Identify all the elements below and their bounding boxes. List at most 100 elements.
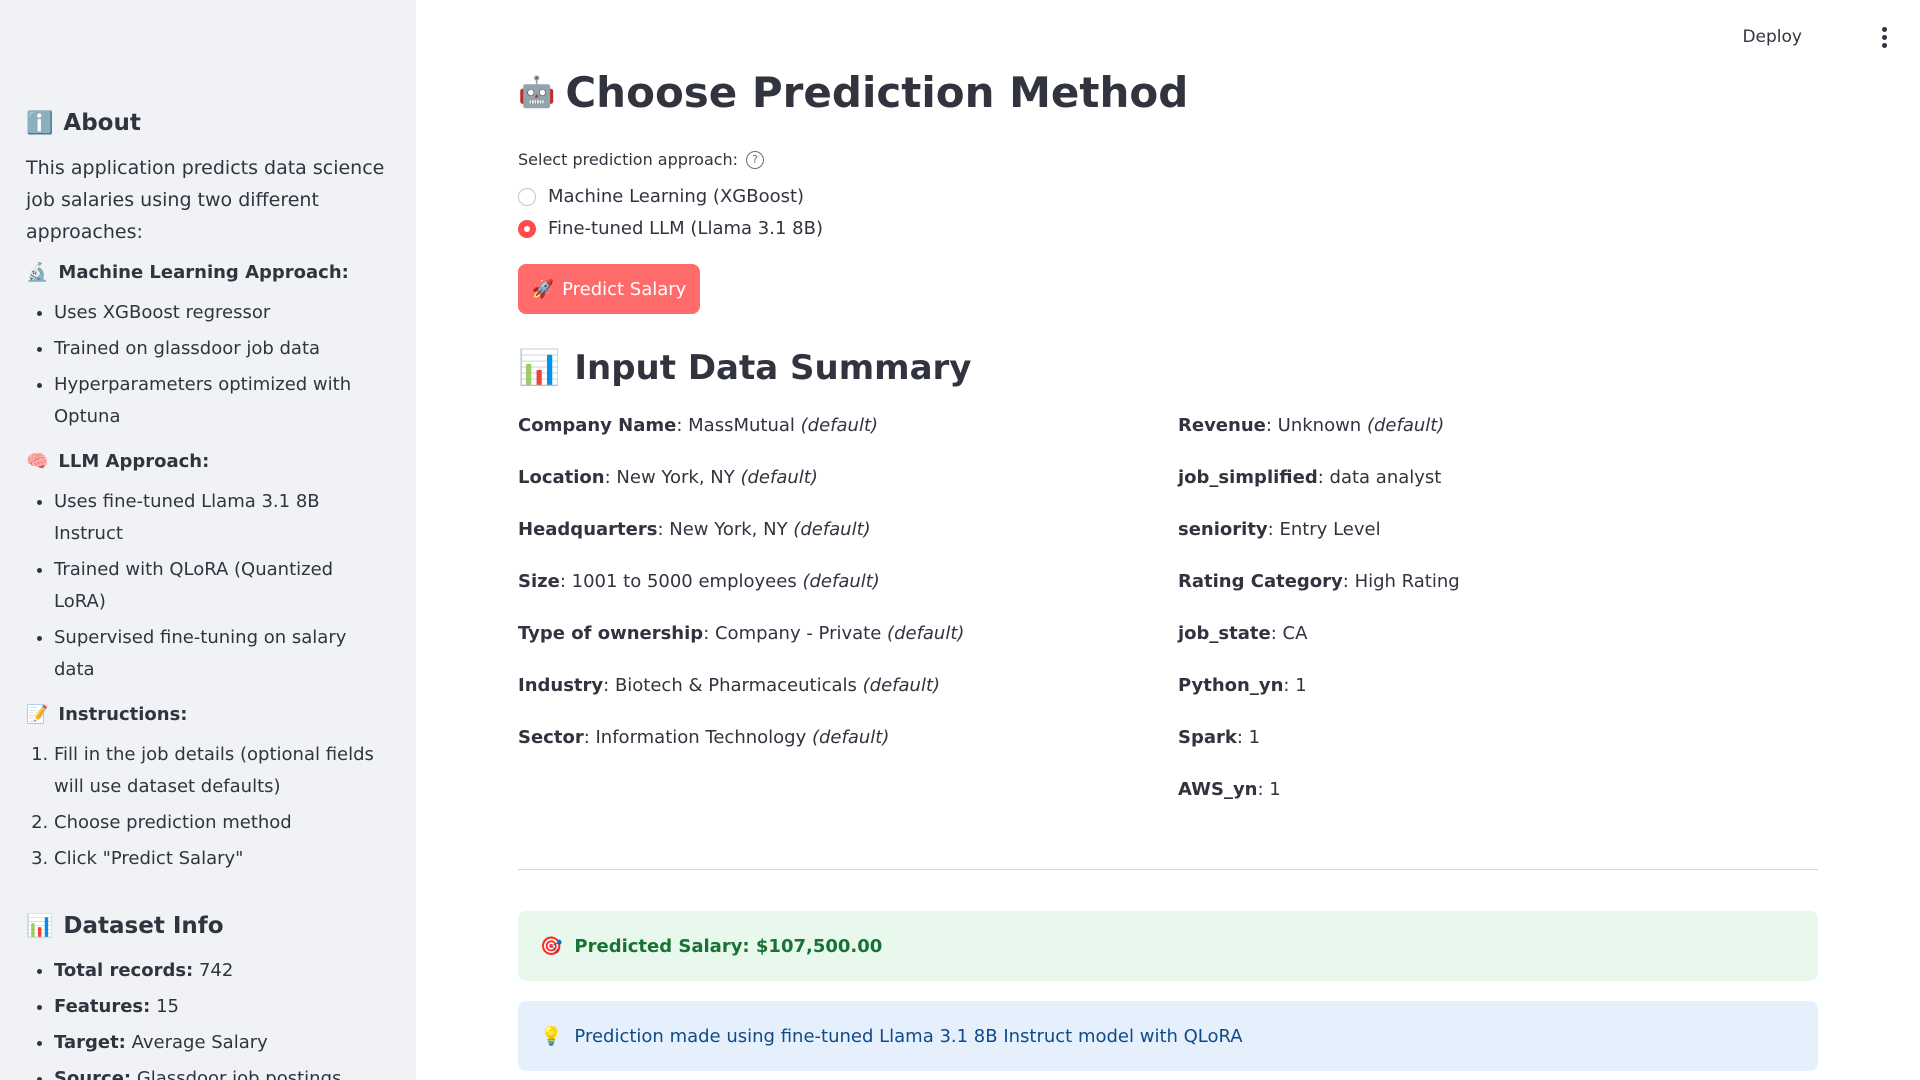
list-item: Supervised fine-tuning on salary data <box>54 622 388 686</box>
field-label: Spark <box>1178 727 1237 748</box>
field-value: Entry Level <box>1279 519 1381 540</box>
field-value: MassMutual <box>688 415 795 436</box>
field-label: Rating Category <box>1178 571 1343 592</box>
llm-approach-list: Uses fine-tuned Llama 3.1 8B Instruct Tr… <box>26 486 388 686</box>
field-value: Unknown <box>1277 415 1362 436</box>
about-description: This application predicts data science j… <box>26 157 385 243</box>
about-title: About <box>63 110 141 136</box>
deploy-button[interactable]: Deploy <box>1736 26 1808 48</box>
sidebar: ℹ️ About This application predicts data … <box>0 0 416 1080</box>
instructions-title: Instructions: <box>58 704 188 725</box>
memo-icon: 📝 <box>26 704 49 725</box>
predict-salary-button[interactable]: 🚀 Predict Salary <box>518 264 700 314</box>
default-tag: (default) <box>800 415 879 436</box>
field-label: job_simplified <box>1178 467 1318 488</box>
list-item: Uses fine-tuned Llama 3.1 8B Instruct <box>54 486 388 550</box>
default-tag: (default) <box>802 571 880 592</box>
field-label: Company Name <box>518 415 677 436</box>
field-value: New York, NY <box>669 519 788 540</box>
instructions-list: Fill in the job details (optional fields… <box>26 739 388 875</box>
radio-finetuned-llm[interactable]: Fine-tuned LLM (Llama 3.1 8B) <box>518 218 823 239</box>
list-item: Trained on glassdoor job data <box>54 333 388 365</box>
field-label: Location <box>518 467 605 488</box>
robot-icon: 🤖 <box>518 75 556 110</box>
summary-field: Spark: 1 <box>1178 727 1261 748</box>
dataset-heading: 📊 Dataset Info <box>26 913 388 939</box>
predict-salary-label: Predict Salary <box>562 278 687 300</box>
summary-field: seniority: Entry Level <box>1178 519 1381 540</box>
default-tag: (default) <box>793 519 871 540</box>
field-value: 1 <box>1295 675 1307 696</box>
list-item: Trained with QLoRA (Quantized LoRA) <box>54 554 388 618</box>
about-heading: ℹ️ About <box>26 110 388 136</box>
summary-field: Sector: Information Technology (default) <box>518 727 890 748</box>
field-value: CA <box>1282 623 1308 644</box>
list-item: Total records: 742 <box>54 955 388 987</box>
input-summary-heading: 📊 Input Data Summary <box>518 348 971 388</box>
list-item: Click "Predict Salary" <box>54 843 388 875</box>
ml-approach-list: Uses XGBoost regressor Trained on glassd… <box>26 297 388 433</box>
predicted-salary-alert: 🎯 Predicted Salary: $107,500.00 <box>518 911 1818 981</box>
field-value: 1001 to 5000 employees <box>571 571 797 592</box>
help-icon[interactable]: ? <box>746 150 765 169</box>
target-icon: 🎯 <box>540 935 563 957</box>
dataset-title: Dataset Info <box>63 913 224 939</box>
summary-field: Type of ownership: Company - Private (de… <box>518 623 965 644</box>
radio-unchecked-icon[interactable] <box>518 187 536 206</box>
field-label: AWS_yn <box>1178 779 1258 800</box>
prediction-info-text: Prediction made using fine-tuned Llama 3… <box>574 1025 1243 1047</box>
default-tag: (default) <box>887 623 965 644</box>
summary-field: Location: New York, NY (default) <box>518 467 818 488</box>
field-value: 1 <box>1269 779 1281 800</box>
list-item: Hyperparameters optimized with Optuna <box>54 369 388 433</box>
radio-checked-icon[interactable] <box>518 219 536 238</box>
list-item: Features: 15 <box>54 991 388 1023</box>
default-tag: (default) <box>862 675 941 696</box>
list-item: Target: Average Salary <box>54 1027 388 1059</box>
field-label: Size <box>518 571 560 592</box>
list-item: Source: Glassdoor job postings <box>54 1063 388 1080</box>
lightbulb-icon: 💡 <box>540 1025 563 1047</box>
radio-label-ml: Machine Learning (XGBoost) <box>548 186 805 207</box>
llm-approach-title: LLM Approach: <box>58 451 210 472</box>
list-item: Choose prediction method <box>54 807 388 839</box>
ml-approach-heading: 🔬 Machine Learning Approach: <box>26 262 388 283</box>
summary-field: AWS_yn: 1 <box>1178 779 1281 800</box>
field-value: High Rating <box>1354 571 1460 592</box>
instructions-heading: 📝 Instructions: <box>26 704 388 725</box>
summary-field: job_state: CA <box>1178 623 1308 644</box>
default-tag: (default) <box>1366 415 1445 436</box>
input-summary-title: Input Data Summary <box>574 348 972 388</box>
llm-approach-heading: 🧠 LLM Approach: <box>26 451 388 472</box>
default-tag: (default) <box>811 727 890 748</box>
page-title: 🤖 Choose Prediction Method <box>518 68 1188 117</box>
field-label: seniority <box>1178 519 1268 540</box>
field-label: Revenue <box>1178 415 1266 436</box>
field-value: New York, NY <box>616 467 735 488</box>
ml-approach-title: Machine Learning Approach: <box>58 262 349 283</box>
top-bar: Deploy <box>416 0 1920 76</box>
field-label: Industry <box>518 675 604 696</box>
summary-field: Company Name: MassMutual (default) <box>518 415 879 436</box>
field-label: Python_yn <box>1178 675 1284 696</box>
microscope-icon: 🔬 <box>26 262 49 283</box>
summary-field: Industry: Biotech & Pharmaceuticals (def… <box>518 675 941 696</box>
brain-icon: 🧠 <box>26 451 49 472</box>
summary-right-column: Revenue: Unknown (default) job_simplified… <box>1178 412 1798 828</box>
info-icon: ℹ️ <box>26 110 54 136</box>
field-value: data analyst <box>1329 467 1442 488</box>
summary-left-column: Company Name: MassMutual (default) Locati… <box>518 412 1158 776</box>
prediction-approach-label: Select prediction approach: ? <box>518 150 765 169</box>
radio-ml-xgboost[interactable]: Machine Learning (XGBoost) <box>518 186 804 207</box>
default-tag: (default) <box>740 467 818 488</box>
radio-label-llm: Fine-tuned LLM (Llama 3.1 8B) <box>548 218 823 239</box>
summary-field: Headquarters: New York, NY (default) <box>518 519 871 540</box>
more-options-icon[interactable] <box>1876 24 1892 52</box>
field-value: Company - Private <box>714 623 882 644</box>
field-label: job_state <box>1178 623 1271 644</box>
rocket-icon: 🚀 <box>531 278 555 300</box>
bar-chart-icon: 📊 <box>26 913 54 939</box>
divider <box>518 869 1818 870</box>
field-label: Headquarters <box>518 519 658 540</box>
prediction-info-alert: 💡 Prediction made using fine-tuned Llama… <box>518 1001 1818 1071</box>
